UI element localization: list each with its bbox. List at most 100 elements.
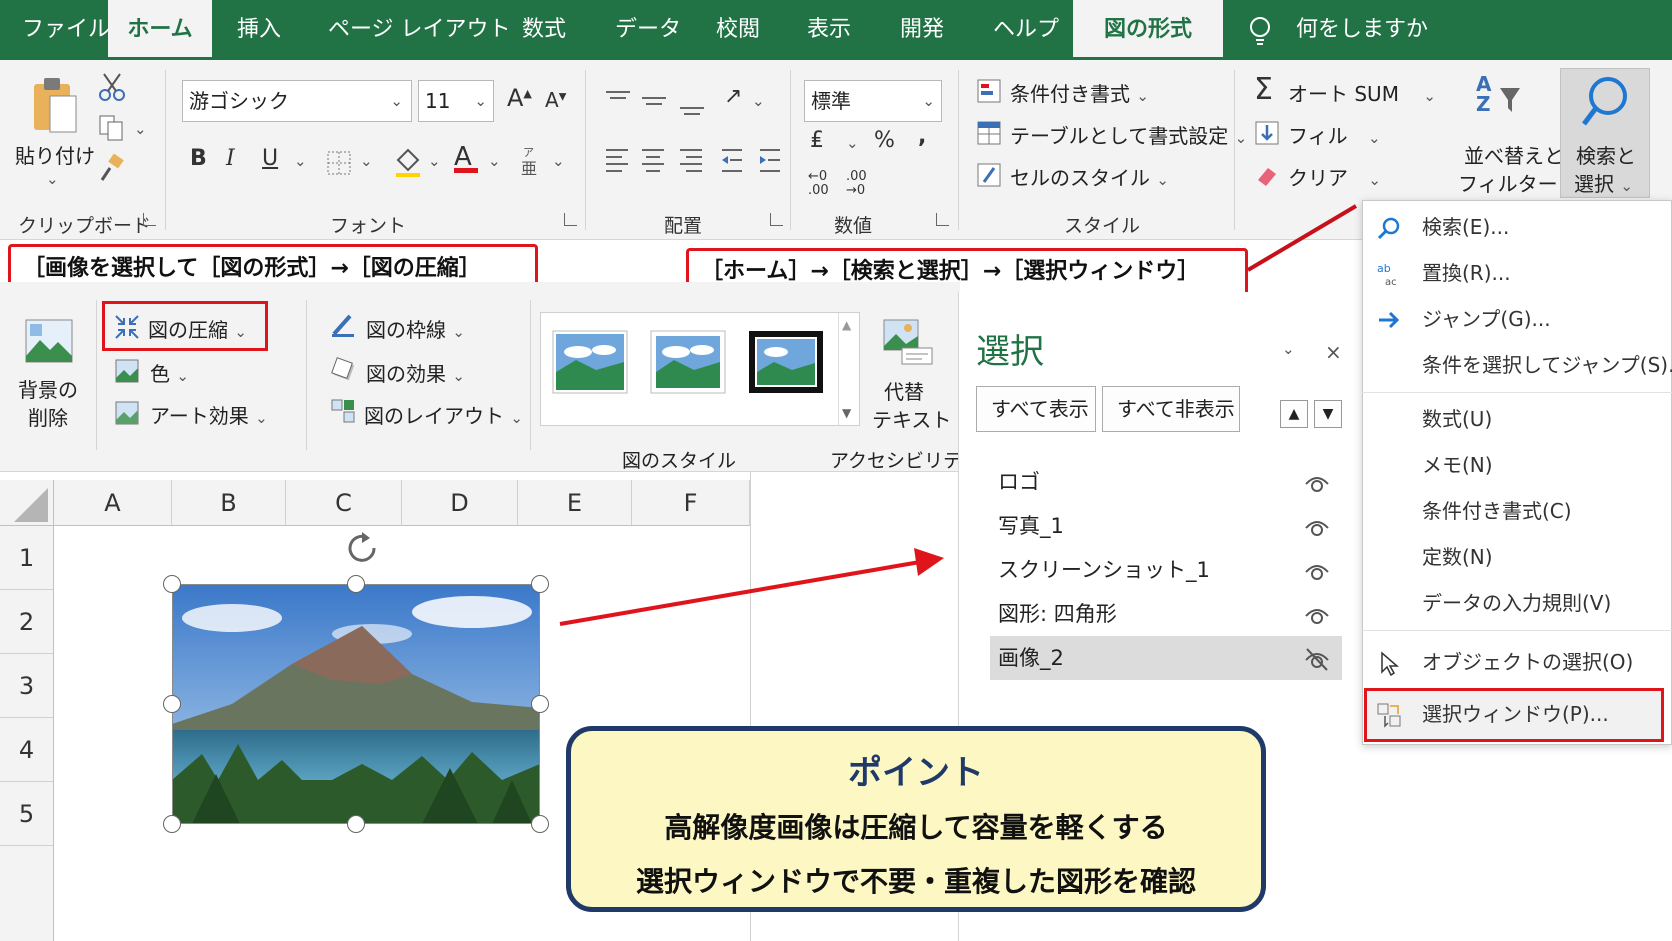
font-size-combo[interactable]: 11 ⌄	[418, 80, 494, 122]
remove-bg-label-1[interactable]: 背景の	[18, 374, 78, 403]
italic-button[interactable]: I	[226, 146, 235, 171]
filter-funnel-icon[interactable]	[1498, 84, 1522, 116]
tell-me-search[interactable]: 何をしますか	[1296, 0, 1428, 60]
eraser-icon[interactable]	[1254, 162, 1280, 188]
picture-layout-icon[interactable]	[330, 398, 356, 424]
alignment-launcher-icon[interactable]	[770, 213, 783, 226]
format-as-table-icon[interactable]	[976, 120, 1002, 146]
pane-item[interactable]: 写真_1	[990, 504, 1342, 548]
row-header[interactable]: 5	[0, 782, 54, 846]
vertical-align-icons[interactable]	[604, 86, 720, 120]
compress-pictures-icon[interactable]	[114, 314, 140, 340]
format-as-table-button[interactable]: テーブルとして書式設定 ⌄	[1010, 120, 1247, 149]
hidden-eye-icon[interactable]	[1304, 646, 1330, 672]
row-header[interactable]: 3	[0, 654, 54, 718]
resize-handle[interactable]	[347, 575, 365, 593]
font-name-combo[interactable]: 游ゴシック ⌄	[182, 80, 412, 122]
tab-help[interactable]: ヘルプ	[993, 0, 1059, 60]
row-header[interactable]: 1	[0, 526, 54, 590]
autosum-icon[interactable]: Σ	[1254, 72, 1273, 107]
resize-handle[interactable]	[531, 575, 549, 593]
show-all-button[interactable]: すべて表示	[976, 386, 1096, 432]
resize-handle[interactable]	[347, 815, 365, 833]
underline-dropdown[interactable]: ⌄	[294, 152, 307, 170]
hide-all-button[interactable]: すべて非表示	[1102, 386, 1240, 432]
currency-icon[interactable]: ₤	[810, 128, 824, 153]
select-all-corner[interactable]	[0, 480, 54, 526]
conditional-format-icon[interactable]	[976, 78, 1002, 104]
visibility-eye-icon[interactable]	[1304, 470, 1330, 496]
chevron-down-icon[interactable]: ⌄	[390, 81, 403, 121]
decrease-decimal-icon[interactable]: .00 →0	[846, 170, 867, 198]
row-header[interactable]: 2	[0, 590, 54, 654]
font-launcher-icon[interactable]	[564, 213, 577, 226]
tab-file[interactable]: ファイル	[22, 0, 110, 60]
fill-down-icon[interactable]	[1254, 120, 1280, 146]
column-header[interactable]: A	[54, 480, 172, 526]
autosum-button[interactable]: オート SUM ⌄	[1288, 78, 1436, 107]
tab-formulas[interactable]: 数式	[522, 0, 566, 60]
visibility-eye-icon[interactable]	[1304, 558, 1330, 584]
resize-handle[interactable]	[531, 815, 549, 833]
menu-item-conditional-formatting[interactable]: 条件付き書式(C)	[1362, 489, 1672, 533]
pane-options-dropdown[interactable]: ⌄	[1282, 340, 1295, 358]
picture-style-thumb-2[interactable]	[650, 330, 726, 394]
comma-button[interactable]: ,	[918, 124, 926, 149]
picture-style-thumb-1[interactable]	[552, 330, 628, 394]
resize-handle[interactable]	[163, 695, 181, 713]
tab-page-layout[interactable]: ページ レイアウト	[328, 0, 511, 60]
sort-filter-label-1[interactable]: 並べ替えと	[1464, 140, 1564, 169]
resize-handle[interactable]	[163, 815, 181, 833]
menu-item-formulas[interactable]: 数式(U)	[1362, 397, 1672, 441]
rotate-handle-icon[interactable]	[342, 530, 382, 568]
color-icon[interactable]	[114, 358, 140, 384]
compress-pictures-button[interactable]: 図の圧縮 ⌄	[148, 314, 247, 343]
menu-item-select-objects[interactable]: オブジェクトの選択(O)	[1362, 640, 1672, 684]
fill-color-dropdown[interactable]: ⌄	[428, 152, 441, 170]
cell-styles-icon[interactable]	[976, 162, 1002, 188]
pane-item[interactable]: 図形: 四角形	[990, 592, 1342, 636]
column-header[interactable]: E	[518, 480, 632, 526]
clipboard-launcher-icon[interactable]	[143, 213, 156, 226]
borders-dropdown[interactable]: ⌄	[360, 152, 373, 170]
alt-text-label-2[interactable]: テキスト	[872, 404, 951, 433]
menu-item-find[interactable]: 検索(E)...	[1362, 205, 1672, 249]
gallery-more-icon[interactable]: ▼	[842, 406, 851, 420]
visibility-eye-icon[interactable]	[1304, 602, 1330, 628]
phonetic-dropdown[interactable]: ⌄	[552, 152, 565, 170]
artistic-effects-icon[interactable]	[114, 400, 140, 426]
tab-review[interactable]: 校閲	[716, 0, 760, 60]
increase-decimal-icon[interactable]: ←0.00	[808, 170, 829, 198]
percent-button[interactable]: %	[874, 128, 895, 153]
menu-item-replace[interactable]: ab ac 置換(R)...	[1362, 251, 1672, 295]
tab-picture-format[interactable]: 図の形式	[1073, 0, 1223, 60]
gallery-up-icon[interactable]: ▲	[842, 318, 851, 332]
horizontal-align-icons[interactable]	[604, 146, 784, 178]
menu-item-data-validation[interactable]: データの入力規則(V)	[1362, 581, 1672, 625]
column-header[interactable]: B	[172, 480, 286, 526]
send-backward-icon[interactable]: ▼	[1314, 400, 1342, 428]
pane-item[interactable]: スクリーンショット_1	[990, 548, 1342, 592]
increase-font-icon[interactable]: A▲	[507, 84, 532, 112]
alt-text-icon[interactable]	[880, 314, 936, 370]
remove-bg-label-2[interactable]: 削除	[28, 402, 68, 431]
menu-item-constants[interactable]: 定数(N)	[1362, 535, 1672, 579]
column-header[interactable]: D	[402, 480, 518, 526]
sort-filter-label-2[interactable]: フィルター ⌄	[1458, 168, 1577, 197]
fill-button[interactable]: フィル ⌄	[1288, 120, 1381, 149]
cut-icon[interactable]	[98, 72, 126, 102]
picture-layout-button[interactable]: 図のレイアウト ⌄	[364, 400, 523, 429]
picture-border-button[interactable]: 図の枠線 ⌄	[366, 314, 465, 343]
sort-filter-icon[interactable]: AZ	[1476, 74, 1491, 114]
picture-effects-button[interactable]: 図の効果 ⌄	[366, 358, 465, 387]
orientation-icon[interactable]: ↗	[724, 84, 742, 109]
remove-background-icon[interactable]	[24, 316, 74, 366]
tab-home[interactable]: ホーム	[108, 0, 212, 60]
artistic-effects-button[interactable]: アート効果 ⌄	[150, 400, 268, 429]
row-header[interactable]: 4	[0, 718, 54, 782]
picture-border-icon[interactable]	[330, 312, 356, 338]
conditional-format-button[interactable]: 条件付き書式 ⌄	[1010, 78, 1149, 107]
font-color-dropdown[interactable]: ⌄	[488, 152, 501, 170]
column-header[interactable]: C	[286, 480, 402, 526]
decrease-font-icon[interactable]: A▼	[545, 88, 566, 112]
